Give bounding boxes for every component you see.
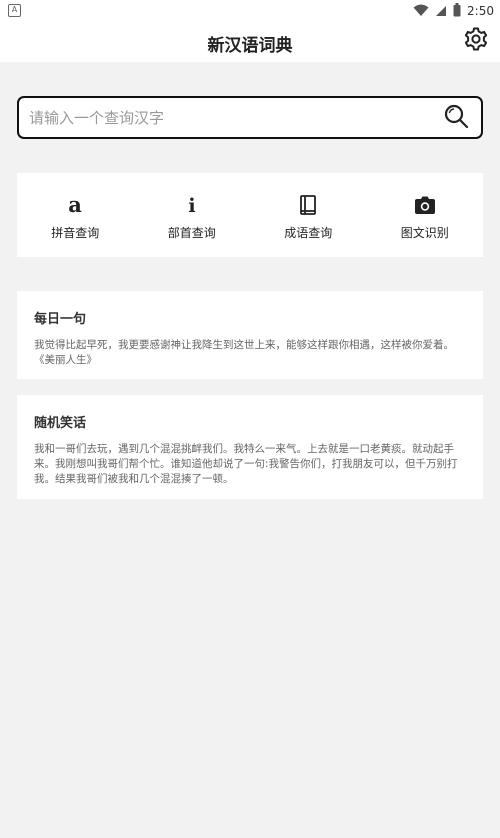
random-joke-card: 随机笑话 我和一哥们去玩，遇到几个混混挑衅我们。我特么一来气。上去就是一口老黄痰…: [17, 395, 483, 499]
radical-query-button[interactable]: i 部首查询: [134, 173, 251, 257]
status-bar: A 2:50: [0, 0, 500, 22]
random-joke-title: 随机笑话: [34, 416, 87, 431]
app-bar: 新汉语词典: [0, 22, 500, 62]
signal-icon: [435, 2, 447, 21]
gear-icon: [463, 26, 489, 56]
pinyin-query-label: 拼音查询: [51, 226, 100, 240]
image-text-recognition-button[interactable]: 图文识别: [367, 173, 484, 257]
radical-i-icon: i: [180, 193, 204, 217]
search-icon: [443, 103, 469, 133]
idiom-query-label: 成语查询: [284, 226, 333, 240]
app-title: 新汉语词典: [207, 36, 293, 56]
battery-icon: [453, 2, 461, 21]
settings-button[interactable]: [460, 25, 492, 57]
idiom-query-button[interactable]: 成语查询: [250, 173, 367, 257]
status-icons: 2:50: [413, 2, 494, 21]
daily-sentence-card: 每日一句 我觉得比起早死，我更要感谢神让我降生到这世上来，能够这样跟你相遇，这样…: [17, 291, 483, 379]
radical-query-label: 部首查询: [167, 226, 216, 240]
query-options: a 拼音查询 i 部首查询 成语查询 图文识别: [17, 173, 483, 257]
svg-text:a: a: [68, 194, 82, 216]
daily-sentence-text: 我觉得比起早死，我更要感谢神让我降生到这世上来，能够这样跟你相遇，这样被你爱着。…: [34, 339, 454, 366]
notification-icon: A: [8, 4, 21, 17]
daily-sentence-title: 每日一句: [34, 312, 87, 327]
pinyin-a-icon: a: [63, 193, 87, 217]
image-text-recognition-label: 图文识别: [400, 226, 449, 240]
random-joke-text: 我和一哥们去玩，遇到几个混混挑衅我们。我特么一来气。上去就是一口老黄痰。就动起手…: [34, 443, 458, 485]
book-icon: [296, 193, 320, 217]
svg-text:i: i: [188, 195, 195, 216]
search-button[interactable]: [441, 104, 471, 132]
search-box: [17, 96, 483, 139]
search-input[interactable]: [29, 106, 429, 130]
camera-icon: [413, 193, 437, 217]
pinyin-query-button[interactable]: a 拼音查询: [17, 173, 134, 257]
wifi-icon: [413, 2, 429, 21]
status-time: 2:50: [467, 4, 494, 18]
